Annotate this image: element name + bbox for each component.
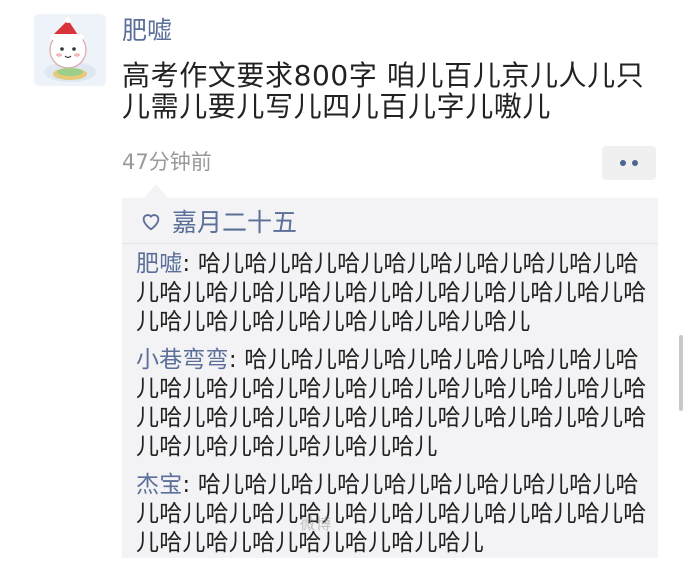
more-button[interactable] (602, 146, 656, 180)
scrollbar[interactable] (679, 335, 683, 411)
watermark: 微博 (300, 515, 333, 533)
panel-divider (122, 243, 658, 244)
comment-text: 哈儿哈儿哈儿哈儿哈儿哈儿哈儿哈儿哈儿哈儿哈儿哈儿哈儿哈儿哈儿哈儿哈儿哈儿哈儿哈儿… (136, 472, 647, 556)
comment-separator: : (228, 347, 245, 373)
comment-author[interactable]: 小巷弯弯 (136, 347, 229, 373)
panel-arrow (144, 184, 168, 198)
post-time: 47分钟前 (122, 150, 212, 174)
comment-author[interactable]: 杰宝 (136, 472, 182, 498)
comment-item[interactable]: 杰宝: 哈儿哈儿哈儿哈儿哈儿哈儿哈儿哈儿哈儿哈儿哈儿哈儿哈儿哈儿哈儿哈儿哈儿哈儿… (136, 471, 648, 558)
avatar[interactable] (34, 14, 106, 86)
ellipsis-icon (632, 160, 638, 166)
post-author[interactable]: 肥嘘 (122, 14, 172, 48)
comment-item[interactable]: 肥嘘: 哈儿哈儿哈儿哈儿哈儿哈儿哈儿哈儿哈儿哈儿哈儿哈儿哈儿哈儿哈儿哈儿哈儿哈儿… (136, 250, 648, 337)
post-text: 高考作文要求800字 咱儿百儿京儿人儿只儿需儿要儿写儿四儿百儿字儿嗷儿 (122, 59, 645, 123)
comment-separator: : (182, 472, 198, 498)
likes-row: 嘉月二十五 (140, 204, 297, 238)
liker-name[interactable]: 嘉月二十五 (172, 203, 297, 239)
comment-author[interactable]: 肥嘘 (136, 251, 182, 277)
comment-item[interactable]: 小巷弯弯: 哈儿哈儿哈儿哈儿哈儿哈儿哈儿哈儿哈儿哈儿哈儿哈儿哈儿哈儿哈儿哈儿哈儿… (136, 346, 648, 462)
heart-icon (142, 214, 160, 231)
comment-separator: : (182, 251, 198, 277)
comment-list: 肥嘘: 哈儿哈儿哈儿哈儿哈儿哈儿哈儿哈儿哈儿哈儿哈儿哈儿哈儿哈儿哈儿哈儿哈儿哈儿… (136, 250, 648, 567)
comment-text: 哈儿哈儿哈儿哈儿哈儿哈儿哈儿哈儿哈儿哈儿哈儿哈儿哈儿哈儿哈儿哈儿哈儿哈儿哈儿哈儿… (136, 251, 647, 335)
ellipsis-icon (620, 160, 626, 166)
hamster-avatar-icon (34, 14, 106, 86)
